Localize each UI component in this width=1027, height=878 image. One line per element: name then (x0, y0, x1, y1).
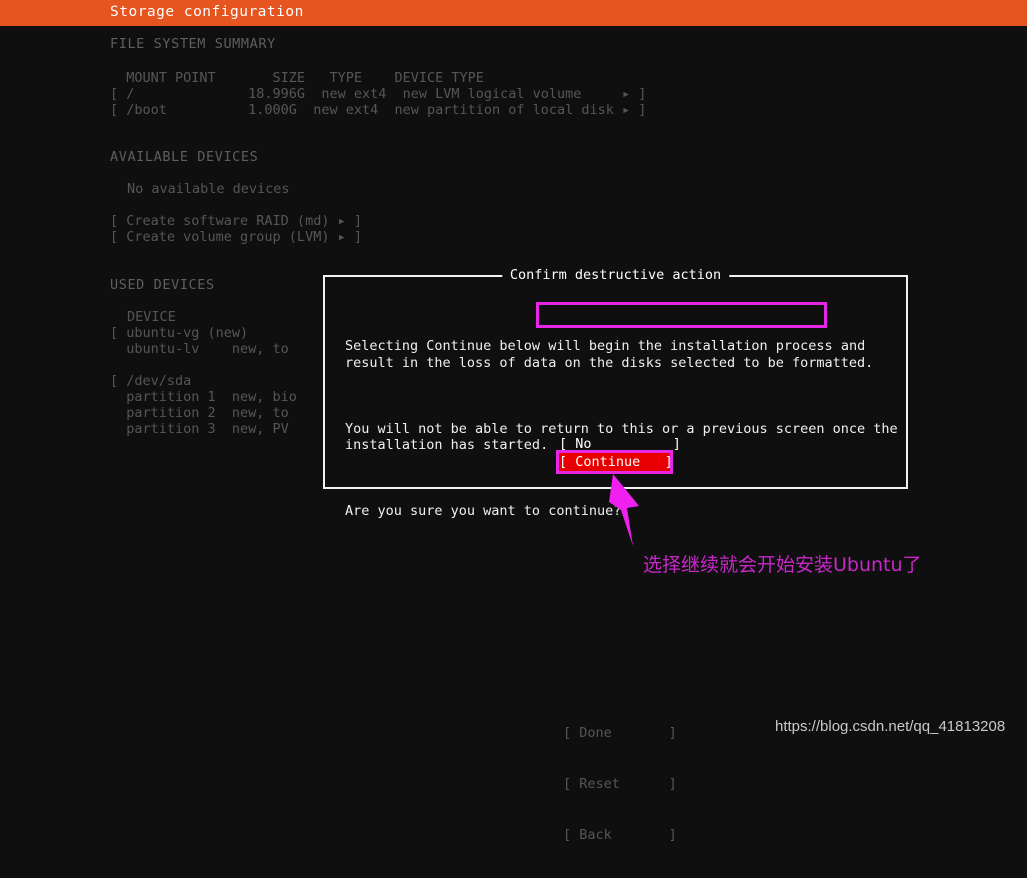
dialog-paragraph-1: Selecting Continue below will begin the … (345, 338, 898, 371)
dialog-p1-before: Selecting Continue below (345, 338, 549, 354)
dialog-title: Confirm destructive action (501, 267, 730, 283)
create-volume-group-button[interactable]: [ Create volume group (LVM) ▸ ] (110, 229, 362, 245)
dialog-p2-line2: installation has started. (345, 437, 549, 453)
done-button[interactable]: [ Done ] (563, 725, 677, 742)
back-button[interactable]: [ Back ] (563, 827, 677, 844)
dialog-p2-line1: You will not be able to return to this o… (345, 420, 898, 437)
list-item[interactable]: partition 3 new, PV (110, 421, 289, 437)
watermark: https://blog.csdn.net/qq_41813208 (775, 718, 1006, 735)
list-item[interactable]: partition 1 new, bio (110, 389, 297, 405)
bottom-actions: [ Done ] [ Reset ] [ Back ] (563, 691, 677, 878)
dialog-p1-after: and (832, 338, 866, 354)
table-row[interactable]: [ / 18.996G new ext4 new LVM logical vol… (110, 86, 646, 102)
list-item[interactable]: [ /dev/sda (110, 373, 191, 389)
reset-button[interactable]: [ Reset ] (563, 776, 677, 793)
header-bar: Storage configuration (0, 0, 1027, 26)
used-devices-column-header: DEVICE (127, 309, 176, 325)
section-used-devices-label: USED DEVICES (110, 277, 215, 293)
section-available-devices-label: AVAILABLE DEVICES (110, 149, 259, 165)
dialog-p1-highlighted-phrase: will begin the installation process (548, 338, 833, 354)
list-item[interactable]: partition 2 new, to (110, 405, 289, 421)
file-system-summary-column-headers: MOUNT POINT SIZE TYPE DEVICE TYPE (110, 70, 484, 86)
page-title: Storage configuration (110, 4, 304, 20)
up-left-arrow-icon (609, 474, 639, 546)
available-devices-empty-message: No available devices (127, 181, 290, 197)
dialog-p1-line2: result in the loss of data on the disks … (345, 354, 874, 371)
create-software-raid-button[interactable]: [ Create software RAID (md) ▸ ] (110, 213, 362, 229)
continue-button-label: [ Continue ] (559, 454, 673, 470)
table-row[interactable]: [ /boot 1.000G new ext4 new partition of… (110, 102, 646, 118)
list-item[interactable]: [ ubuntu-vg (new) (110, 325, 248, 341)
terminal-screen: Storage configuration FILE SYSTEM SUMMAR… (0, 0, 1027, 843)
section-file-system-summary-label: FILE SYSTEM SUMMARY (110, 36, 276, 52)
list-item[interactable]: ubuntu-lv new, to (110, 341, 289, 357)
annotation-caption: 选择继续就会开始安装Ubuntu了 (643, 554, 922, 576)
